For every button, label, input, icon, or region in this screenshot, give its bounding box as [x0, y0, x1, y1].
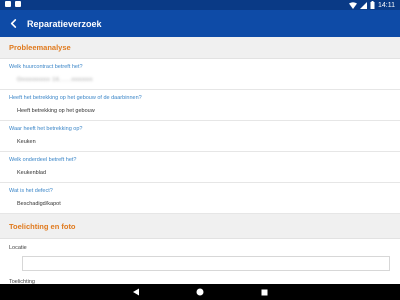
question-label: Wat is het defect?: [9, 188, 53, 194]
question-component[interactable]: Welk onderdeel betreft het? Keukenblad: [0, 152, 400, 183]
question-label: Welk huurcontract betreft het?: [9, 64, 83, 70]
nav-home-icon: [196, 288, 204, 296]
question-answer: Keukenblad: [17, 170, 47, 176]
question-answer: Beschadigd/kapot: [17, 201, 61, 207]
question-label: Welk onderdeel betreft het?: [9, 157, 77, 163]
battery-icon: [370, 1, 375, 9]
section-title: Toelichting en foto: [9, 221, 76, 231]
location-input[interactable]: [22, 256, 390, 271]
back-arrow-icon: [10, 19, 16, 28]
nav-recents-button[interactable]: [259, 287, 269, 297]
back-button[interactable]: [3, 10, 23, 37]
question-location[interactable]: Waar heeft het betrekking op? Keuken: [0, 121, 400, 152]
location-label: Locatie: [9, 245, 27, 251]
form-content[interactable]: Probleemanalyse Welk huurcontract betref…: [0, 37, 400, 284]
question-label: Waar heeft het betrekking op?: [9, 126, 83, 132]
clock: 14:11: [378, 1, 395, 9]
question-contract[interactable]: Welk huurcontract betreft het? Onnnnnnnn…: [0, 59, 400, 90]
section-header-explanation: Toelichting en foto: [0, 214, 400, 239]
question-answer: Keuken: [17, 139, 36, 145]
section-header-problem: Probleemanalyse: [0, 37, 400, 59]
question-answer: Heeft betrekking op het gebouw: [17, 108, 95, 114]
app-bar: Reparatieverzoek: [0, 10, 400, 37]
question-label: Heeft het betrekking op het gebouw of de…: [9, 95, 142, 101]
location-field-block: Locatie: [0, 239, 400, 276]
status-bar: 14:11: [0, 0, 400, 10]
notification-icon: [5, 1, 11, 7]
question-answer: Onnnnnnnn 16......nnnnnn: [17, 77, 93, 83]
nav-back-icon: [133, 288, 139, 296]
explanation-label: Toelichting: [0, 276, 400, 284]
nav-recents-icon: [261, 289, 267, 295]
navigation-bar: [0, 284, 400, 300]
nav-back-button[interactable]: [131, 287, 141, 297]
section-title: Probleemanalyse: [9, 43, 71, 52]
nav-home-button[interactable]: [195, 287, 205, 297]
page-title: Reparatieverzoek: [27, 18, 102, 29]
question-defect[interactable]: Wat is het defect? Beschadigd/kapot: [0, 183, 400, 214]
wifi-icon: [349, 1, 357, 9]
cell-signal-icon: [360, 1, 367, 9]
question-building[interactable]: Heeft het betrekking op het gebouw of de…: [0, 90, 400, 121]
android-notification-icon: [15, 1, 21, 7]
